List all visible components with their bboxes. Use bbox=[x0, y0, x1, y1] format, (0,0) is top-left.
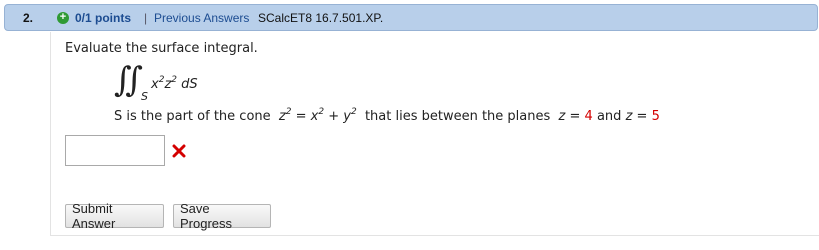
plane-value-2: 5 bbox=[651, 109, 660, 124]
points-score: 0/1 points bbox=[75, 11, 132, 25]
header-separator: | bbox=[144, 11, 148, 25]
red-x-icon bbox=[172, 144, 186, 158]
previous-answers-link[interactable]: Previous Answers bbox=[154, 11, 249, 25]
question-prompt: Evaluate the surface integral. bbox=[65, 41, 258, 56]
integral-domain-subscript: S bbox=[141, 90, 148, 103]
question-number: 2. bbox=[23, 11, 34, 25]
double-integral-symbol: ∬ bbox=[114, 60, 143, 100]
submit-answer-button[interactable]: Submit Answer bbox=[65, 201, 164, 231]
save-progress-button[interactable]: Save Progress bbox=[173, 201, 271, 231]
answer-input[interactable] bbox=[65, 135, 165, 166]
surface-description: S is the part of the cone z2 = x2 + y2 t… bbox=[114, 107, 660, 124]
expand-plus-icon[interactable]: + bbox=[57, 12, 69, 24]
question-header: 2. + 0/1 points | Previous Answers SCalc… bbox=[4, 4, 818, 31]
plane-value-1: 4 bbox=[584, 109, 593, 124]
problem-code: SCalcET8 16.7.501.XP. bbox=[258, 11, 384, 25]
question-panel bbox=[50, 32, 819, 236]
integrand: x2z2 dS bbox=[151, 75, 198, 92]
